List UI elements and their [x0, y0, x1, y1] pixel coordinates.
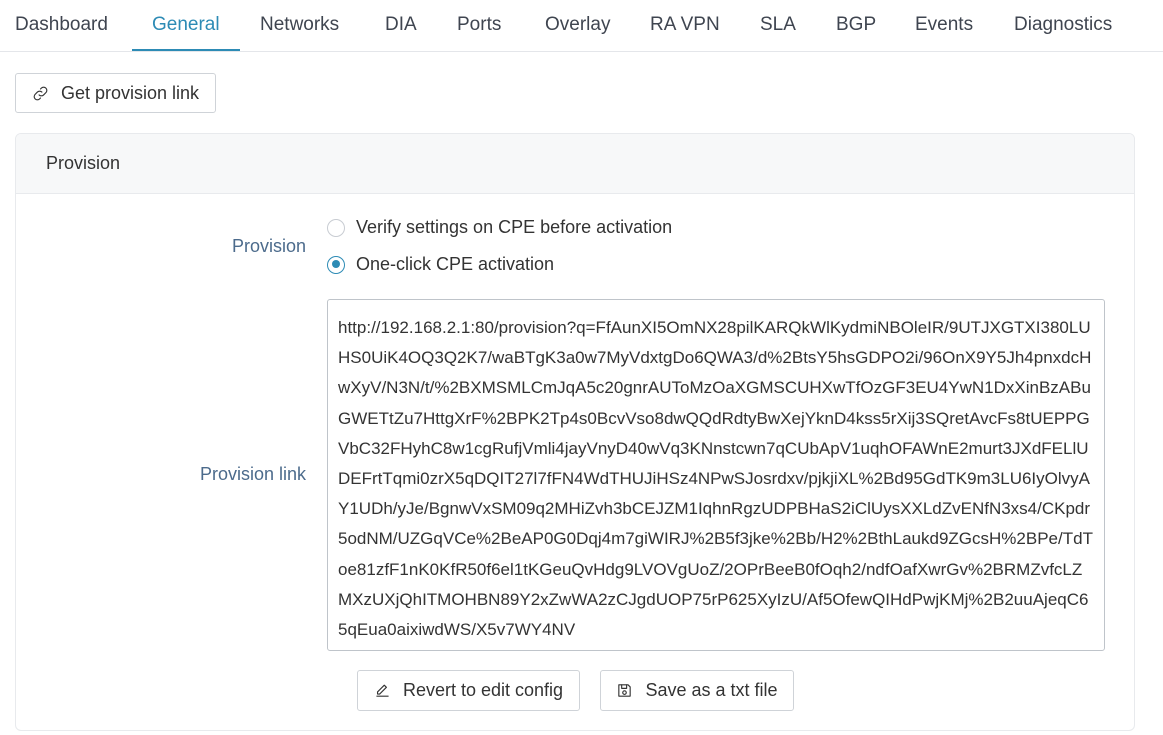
tab-bar: Dashboard General Networks DIA Ports Ove… — [0, 0, 1163, 52]
provision-label: Provision — [231, 236, 306, 256]
tab-sla[interactable]: SLA — [760, 0, 796, 52]
link-icon — [32, 85, 49, 102]
get-provision-link-label: Get provision link — [60, 82, 200, 103]
provision-link-label: Provision link — [199, 464, 306, 484]
tab-events[interactable]: Events — [915, 0, 973, 52]
floppy-disk-icon — [616, 682, 633, 699]
tab-dia[interactable]: DIA — [385, 0, 417, 52]
radio-button-unchecked[interactable] — [327, 218, 345, 237]
revert-to-edit-config-button[interactable]: Revert to edit config — [357, 670, 580, 711]
tab-ports[interactable]: Ports — [457, 0, 501, 52]
tab-general[interactable]: General — [152, 0, 220, 52]
radio-verify-label: Verify settings on CPE before activation — [356, 217, 673, 237]
provision-panel: Provision Provision Verify settings on C… — [15, 133, 1135, 731]
provision-link-textarea[interactable]: http://192.168.2.1:80/provision?q=FfAunX… — [327, 299, 1105, 651]
get-provision-link-button[interactable]: Get provision link — [15, 73, 216, 113]
tab-networks[interactable]: Networks — [260, 0, 339, 52]
radio-button-checked[interactable] — [327, 255, 345, 274]
tab-bgp[interactable]: BGP — [836, 0, 876, 52]
tab-overlay[interactable]: Overlay — [545, 0, 610, 52]
panel-header: Provision — [16, 134, 1134, 194]
tab-dashboard[interactable]: Dashboard — [15, 0, 108, 52]
panel-title: Provision — [46, 153, 121, 173]
radio-one-click-label: One-click CPE activation — [356, 254, 555, 274]
save-label: Save as a txt file — [645, 680, 778, 700]
pencil-icon — [374, 682, 391, 699]
revert-label: Revert to edit config — [402, 680, 564, 700]
radio-verify-settings[interactable]: Verify settings on CPE before activation — [327, 217, 672, 238]
tab-diagnostics[interactable]: Diagnostics — [1014, 0, 1112, 52]
radio-one-click-activation[interactable]: One-click CPE activation — [327, 254, 554, 275]
active-tab-indicator — [132, 49, 240, 51]
save-as-txt-button[interactable]: Save as a txt file — [600, 670, 794, 711]
tab-ra-vpn[interactable]: RA VPN — [650, 0, 720, 52]
